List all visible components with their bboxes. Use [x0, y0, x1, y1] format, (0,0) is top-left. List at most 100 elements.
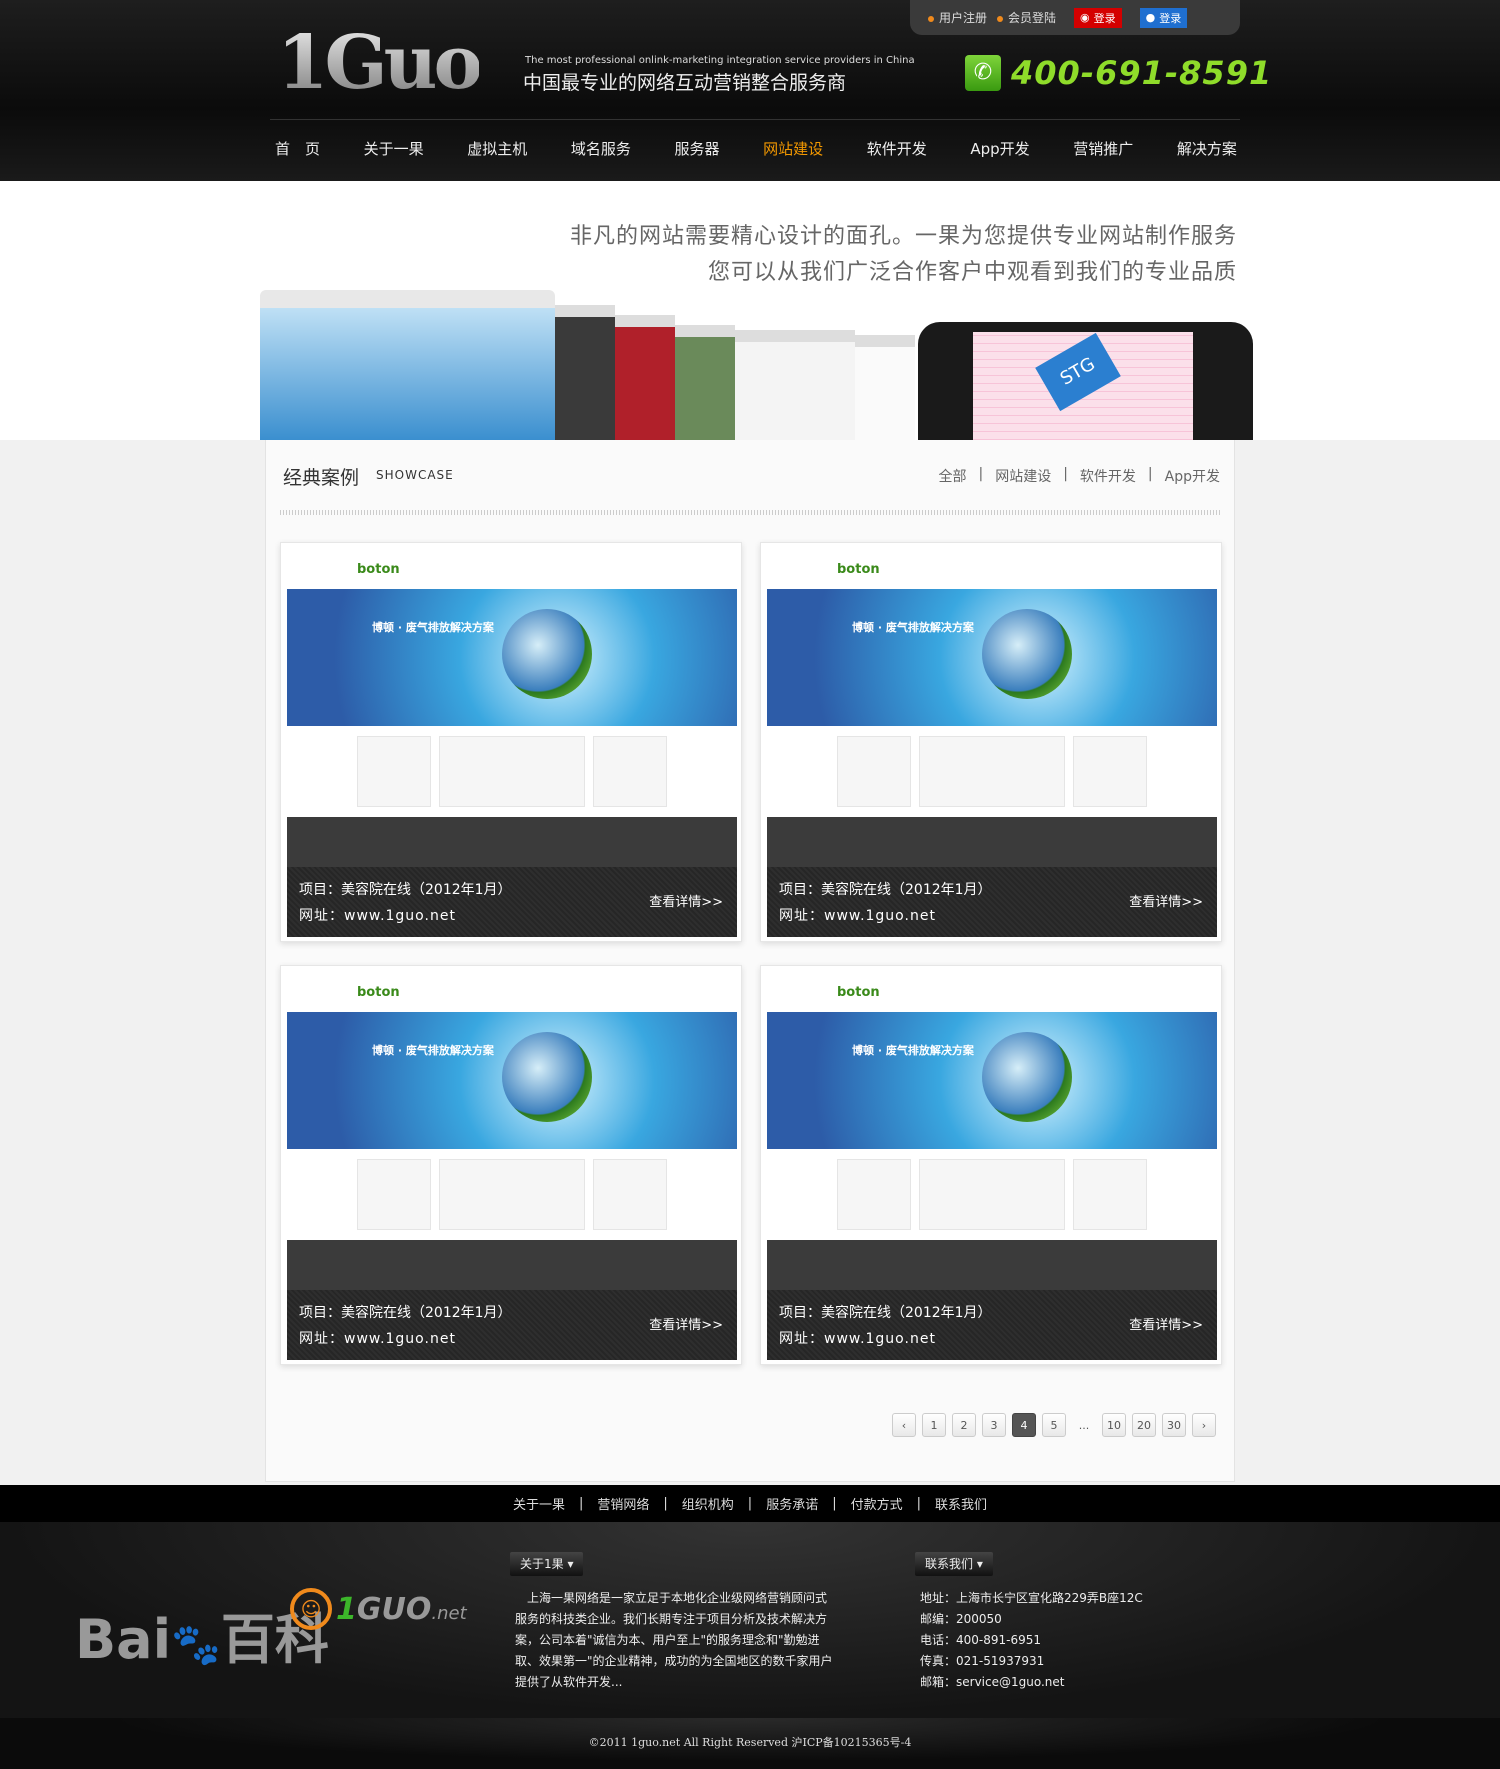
device-screens-illustration: STG	[260, 290, 1253, 440]
section-subtitle: SHOWCASE	[376, 468, 454, 482]
project-url[interactable]: 网址：www.1guo.net	[779, 905, 936, 925]
screen-mockup	[675, 325, 735, 440]
register-label: 用户注册	[939, 11, 988, 25]
register-link[interactable]: 用户注册	[928, 9, 987, 26]
shot-headline: 博顿 · 废气排放解决方案	[852, 621, 974, 634]
nav-website[interactable]: 网站建设	[763, 138, 823, 159]
next-page-button[interactable]: ›	[1192, 1413, 1216, 1437]
bullet-icon	[928, 16, 934, 22]
dotted-divider	[280, 510, 1222, 515]
tagline-cn: 中国最专业的网络互动营销整合服务商	[523, 72, 847, 94]
view-details-link[interactable]: 查看详情>>	[1129, 891, 1203, 910]
tagline-en: The most professional onlink-marketing i…	[525, 55, 915, 66]
page-3[interactable]: 3	[982, 1413, 1006, 1437]
1guo-logo: ☺ 1GUO.net	[290, 1588, 467, 1630]
stg-label: STG	[1035, 332, 1121, 412]
nav-domain[interactable]: 域名服务	[571, 138, 631, 159]
page-2[interactable]: 2	[952, 1413, 976, 1437]
shot-banner: 博顿 · 废气排放解决方案	[287, 589, 737, 726]
logo[interactable]: 1Guo	[277, 20, 483, 106]
case-screenshot[interactable]: boton 博顿 · 废气排放解决方案	[287, 549, 737, 867]
footer-link-about[interactable]: 关于一果	[513, 1494, 565, 1513]
card-caption: 项目：美容院在线（2012年1月） 网址：www.1guo.net 查看详情>>	[767, 1290, 1217, 1360]
shot-brand: boton	[837, 984, 880, 1000]
shot-footer	[287, 817, 737, 867]
page-4-current[interactable]: 4	[1012, 1413, 1036, 1437]
shot-footer	[767, 817, 1217, 867]
filter-app[interactable]: App开发	[1165, 466, 1220, 486]
screen-mockup	[555, 305, 615, 440]
footer-link-contact[interactable]: 联系我们	[935, 1494, 987, 1513]
page-5[interactable]: 5	[1042, 1413, 1066, 1437]
card-caption: 项目：美容院在线（2012年1月） 网址：www.1guo.net 查看详情>>	[287, 1290, 737, 1360]
showcase-card[interactable]: boton 博顿 · 废气排放解决方案 项目：美容院在线（2012年1月） 网址…	[760, 542, 1222, 942]
project-url[interactable]: 网址：www.1guo.net	[779, 1328, 936, 1348]
view-details-link[interactable]: 查看详情>>	[649, 1314, 723, 1333]
nav-app[interactable]: App开发	[970, 138, 1029, 159]
user-bar: 用户注册 会员登陆 ◉ 登录 ● 登录	[910, 0, 1240, 35]
qq-login-button[interactable]: ● 登录	[1139, 7, 1188, 28]
nav-virtual-host[interactable]: 虚拟主机	[467, 138, 527, 159]
filter-website[interactable]: 网站建设	[995, 466, 1051, 486]
contact-tab[interactable]: 联系我们 ▾	[915, 1552, 993, 1576]
view-details-link[interactable]: 查看详情>>	[649, 891, 723, 910]
orange-mascot-icon: ☺	[290, 1588, 332, 1630]
qq-login-label: 登录	[1159, 11, 1182, 25]
shot-headline: 博顿 · 废气排放解决方案	[372, 1044, 494, 1057]
screen-mockup	[855, 335, 915, 440]
weibo-login-button[interactable]: ◉ 登录	[1074, 7, 1122, 28]
filter-software[interactable]: 软件开发	[1080, 466, 1136, 486]
filter-all[interactable]: 全部	[938, 466, 966, 486]
shot-banner: 博顿 · 废气排放解决方案	[287, 1012, 737, 1149]
nav-software[interactable]: 软件开发	[867, 138, 927, 159]
globe-image	[982, 609, 1072, 699]
footer-separator: |	[578, 1496, 584, 1511]
page-30[interactable]: 30	[1162, 1413, 1186, 1437]
showcase-card[interactable]: boton 博顿 · 废气排放解决方案 项目：美容院在线（2012年1月） 网址…	[280, 542, 742, 942]
phone-icon: ✆	[965, 55, 1001, 91]
page-ellipsis: ...	[1078, 1418, 1090, 1432]
prev-page-button[interactable]: ‹	[892, 1413, 916, 1437]
project-name: 项目：美容院在线（2012年1月）	[299, 882, 512, 898]
project-url[interactable]: 网址：www.1guo.net	[299, 905, 456, 925]
shot-header: boton	[287, 972, 737, 1012]
login-link[interactable]: 会员登陆	[997, 9, 1056, 26]
case-screenshot[interactable]: boton 博顿 · 废气排放解决方案	[767, 972, 1217, 1290]
shot-footer	[287, 1240, 737, 1290]
filter-separator: |	[1063, 466, 1068, 482]
card-caption: 项目：美容院在线（2012年1月） 网址：www.1guo.net 查看详情>>	[287, 867, 737, 937]
weibo-login-label: 登录	[1093, 11, 1116, 25]
shot-content	[287, 1149, 737, 1240]
page-20[interactable]: 20	[1132, 1413, 1156, 1437]
nav-about[interactable]: 关于一果	[364, 138, 424, 159]
nav-marketing[interactable]: 营销推广	[1073, 138, 1133, 159]
case-screenshot[interactable]: boton 博顿 · 废气排放解决方案	[287, 972, 737, 1290]
nav-solutions[interactable]: 解决方案	[1177, 138, 1237, 159]
view-details-link[interactable]: 查看详情>>	[1129, 1314, 1203, 1333]
copyright: ©2011 1guo.net All Right Reserved 沪ICP备1…	[0, 1718, 1500, 1769]
footer-link-payment[interactable]: 付款方式	[851, 1494, 903, 1513]
phone-number: 400-691-8591	[1011, 54, 1273, 92]
about-tab[interactable]: 关于1果 ▾	[510, 1552, 584, 1576]
shot-footer	[767, 1240, 1217, 1290]
globe-image	[982, 1032, 1072, 1122]
nav-server[interactable]: 服务器	[675, 138, 720, 159]
showcase-card[interactable]: boton 博顿 · 废气排放解决方案 项目：美容院在线（2012年1月） 网址…	[760, 965, 1222, 1365]
footer-separator: |	[916, 1496, 921, 1511]
footer-link-promise[interactable]: 服务承诺	[766, 1494, 818, 1513]
footer-separator: |	[832, 1496, 837, 1511]
case-screenshot[interactable]: boton 博顿 · 废气排放解决方案	[767, 549, 1217, 867]
nav-home[interactable]: 首 页	[275, 138, 320, 159]
browser-mockup	[260, 290, 555, 440]
showcase-card[interactable]: boton 博顿 · 废气排放解决方案 项目：美容院在线（2012年1月） 网址…	[280, 965, 742, 1365]
footer-link-organization[interactable]: 组织机构	[682, 1494, 734, 1513]
globe-image	[502, 1032, 592, 1122]
shot-header: boton	[287, 549, 737, 589]
project-url[interactable]: 网址：www.1guo.net	[299, 1328, 456, 1348]
project-name: 项目：美容院在线（2012年1月）	[299, 1305, 512, 1321]
page-1[interactable]: 1	[922, 1413, 946, 1437]
footer-link-network[interactable]: 营销网络	[597, 1494, 649, 1513]
page-10[interactable]: 10	[1102, 1413, 1126, 1437]
qq-penguin-icon: ●	[1145, 11, 1156, 24]
contact-email[interactable]: 邮箱：service@1guo.net	[920, 1672, 1143, 1693]
